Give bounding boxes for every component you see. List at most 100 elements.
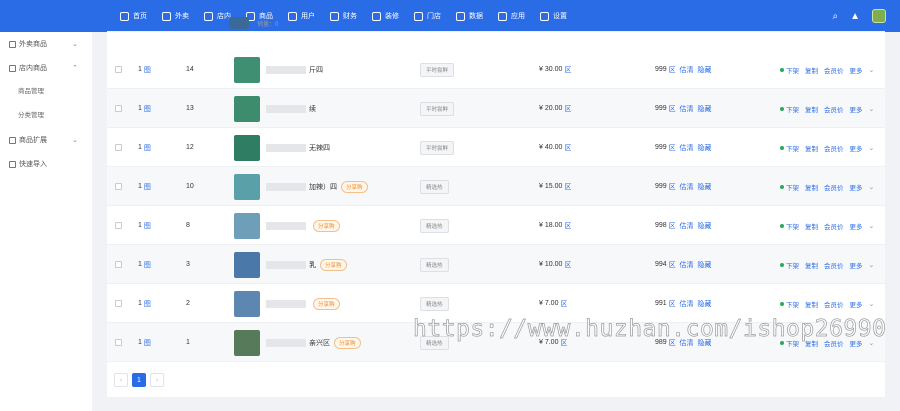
image-icon[interactable]: 图 bbox=[144, 260, 151, 270]
row-checkbox[interactable] bbox=[115, 339, 122, 346]
sidebar-group-takeout-goods[interactable]: 外卖商品 ⌄ bbox=[0, 32, 92, 56]
row-checkbox[interactable] bbox=[115, 183, 122, 190]
sold-out-button[interactable]: 估清 bbox=[680, 299, 694, 309]
sidebar-item-quick-import[interactable]: 快速导入 bbox=[0, 152, 92, 176]
hide-button[interactable]: 隐藏 bbox=[697, 299, 711, 309]
more-button[interactable]: 更多 bbox=[850, 104, 863, 114]
more-button[interactable]: 更多 bbox=[850, 260, 863, 270]
hide-button[interactable]: 隐藏 bbox=[697, 143, 711, 153]
sold-out-button[interactable]: 估清 bbox=[680, 260, 694, 270]
copy-button[interactable]: 复制 bbox=[805, 260, 818, 270]
edit-price-icon[interactable]: 区 bbox=[564, 260, 571, 270]
copy-button[interactable]: 复制 bbox=[805, 299, 818, 309]
more-button[interactable]: 更多 bbox=[850, 338, 863, 348]
edit-price-icon[interactable]: 区 bbox=[560, 338, 567, 348]
edit-stock-icon[interactable]: 区 bbox=[669, 104, 676, 114]
image-icon[interactable]: 图 bbox=[144, 221, 151, 231]
edit-stock-icon[interactable]: 区 bbox=[669, 338, 676, 348]
member-price-button[interactable]: 会员价 bbox=[824, 260, 844, 270]
more-button[interactable]: 更多 bbox=[850, 221, 863, 231]
chevron-down-icon[interactable]: ⌄ bbox=[869, 339, 875, 347]
edit-stock-icon[interactable]: 区 bbox=[669, 143, 676, 153]
edit-stock-icon[interactable]: 区 bbox=[669, 260, 676, 270]
chevron-down-icon[interactable]: ⌄ bbox=[869, 261, 875, 269]
edit-stock-icon[interactable]: 区 bbox=[669, 299, 676, 309]
chevron-down-icon[interactable]: ⌄ bbox=[869, 105, 875, 113]
table-row: 1 图 14 斤四 平时尝鲜 ¥ 30.00 区 999 区 估清 隐藏 下架 复制 会员价 更多… bbox=[107, 50, 885, 89]
offline-button[interactable]: 下架 bbox=[786, 104, 799, 114]
edit-price-icon[interactable]: 区 bbox=[560, 299, 567, 309]
image-icon[interactable]: 图 bbox=[144, 338, 151, 348]
page-button-current[interactable]: 1 bbox=[132, 373, 146, 387]
chevron-down-icon[interactable]: ⌄ bbox=[869, 222, 875, 230]
edit-stock-icon[interactable]: 区 bbox=[669, 65, 676, 75]
more-button[interactable]: 更多 bbox=[850, 65, 863, 75]
member-price-button[interactable]: 会员价 bbox=[824, 221, 844, 231]
member-price-button[interactable]: 会员价 bbox=[824, 182, 844, 192]
chevron-down-icon[interactable]: ⌄ bbox=[869, 144, 875, 152]
offline-button[interactable]: 下架 bbox=[786, 182, 799, 192]
more-button[interactable]: 更多 bbox=[850, 299, 863, 309]
sidebar-group-dine-in-goods[interactable]: 店内商品 ⌃ bbox=[0, 56, 92, 80]
copy-button[interactable]: 复制 bbox=[805, 182, 818, 192]
sold-out-button[interactable]: 估清 bbox=[680, 221, 694, 231]
edit-price-icon[interactable]: 区 bbox=[564, 221, 571, 231]
hide-button[interactable]: 隐藏 bbox=[697, 182, 711, 192]
image-icon[interactable]: 图 bbox=[144, 182, 151, 192]
sidebar-item-category-management[interactable]: 分类管理 bbox=[0, 104, 92, 128]
offline-button[interactable]: 下架 bbox=[786, 299, 799, 309]
chevron-down-icon[interactable]: ⌄ bbox=[869, 66, 875, 74]
chevron-down-icon[interactable]: ⌄ bbox=[869, 183, 875, 191]
offline-button[interactable]: 下架 bbox=[786, 65, 799, 75]
chevron-down-icon[interactable]: ⌄ bbox=[869, 300, 875, 308]
row-checkbox[interactable] bbox=[115, 261, 122, 268]
hide-button[interactable]: 隐藏 bbox=[697, 221, 711, 231]
row-index: 1 bbox=[138, 300, 142, 307]
edit-stock-icon[interactable]: 区 bbox=[669, 182, 676, 192]
edit-price-icon[interactable]: 区 bbox=[564, 182, 571, 192]
copy-button[interactable]: 复制 bbox=[805, 143, 818, 153]
member-price-button[interactable]: 会员价 bbox=[824, 338, 844, 348]
image-icon[interactable]: 图 bbox=[144, 143, 151, 153]
sidebar-group-goods-extension[interactable]: 商品扩展 ⌄ bbox=[0, 128, 92, 152]
sold-out-button[interactable]: 估清 bbox=[680, 65, 694, 75]
hide-button[interactable]: 隐藏 bbox=[697, 65, 711, 75]
offline-button[interactable]: 下架 bbox=[786, 143, 799, 153]
edit-price-icon[interactable]: 区 bbox=[564, 143, 571, 153]
image-icon[interactable]: 图 bbox=[144, 104, 151, 114]
member-price-button[interactable]: 会员价 bbox=[824, 299, 844, 309]
offline-button[interactable]: 下架 bbox=[786, 338, 799, 348]
image-icon[interactable]: 图 bbox=[144, 65, 151, 75]
category-tag: 精选热 bbox=[420, 218, 449, 233]
row-checkbox[interactable] bbox=[115, 222, 122, 229]
row-checkbox[interactable] bbox=[115, 66, 122, 73]
row-checkbox[interactable] bbox=[115, 105, 122, 112]
offline-button[interactable]: 下架 bbox=[786, 221, 799, 231]
image-icon[interactable]: 图 bbox=[144, 299, 151, 309]
sold-out-button[interactable]: 估清 bbox=[680, 104, 694, 114]
copy-button[interactable]: 复制 bbox=[805, 65, 818, 75]
sold-out-button[interactable]: 估清 bbox=[680, 143, 694, 153]
member-price-button[interactable]: 会员价 bbox=[824, 143, 844, 153]
row-checkbox[interactable] bbox=[115, 144, 122, 151]
prev-page-button[interactable]: ‹ bbox=[114, 373, 128, 387]
member-price-button[interactable]: 会员价 bbox=[824, 104, 844, 114]
sold-out-button[interactable]: 估清 bbox=[680, 182, 694, 192]
hide-button[interactable]: 隐藏 bbox=[697, 260, 711, 270]
hide-button[interactable]: 隐藏 bbox=[697, 338, 711, 348]
more-button[interactable]: 更多 bbox=[850, 182, 863, 192]
edit-stock-icon[interactable]: 区 bbox=[669, 221, 676, 231]
sold-out-button[interactable]: 估清 bbox=[680, 338, 694, 348]
edit-price-icon[interactable]: 区 bbox=[564, 65, 571, 75]
row-checkbox[interactable] bbox=[115, 300, 122, 307]
copy-button[interactable]: 复制 bbox=[805, 104, 818, 114]
sidebar-item-goods-management[interactable]: 商品管理 bbox=[0, 80, 92, 104]
hide-button[interactable]: 隐藏 bbox=[697, 104, 711, 114]
copy-button[interactable]: 复制 bbox=[805, 221, 818, 231]
member-price-button[interactable]: 会员价 bbox=[824, 65, 844, 75]
more-button[interactable]: 更多 bbox=[850, 143, 863, 153]
next-page-button[interactable]: › bbox=[150, 373, 164, 387]
offline-button[interactable]: 下架 bbox=[786, 260, 799, 270]
copy-button[interactable]: 复制 bbox=[805, 338, 818, 348]
edit-price-icon[interactable]: 区 bbox=[564, 104, 571, 114]
